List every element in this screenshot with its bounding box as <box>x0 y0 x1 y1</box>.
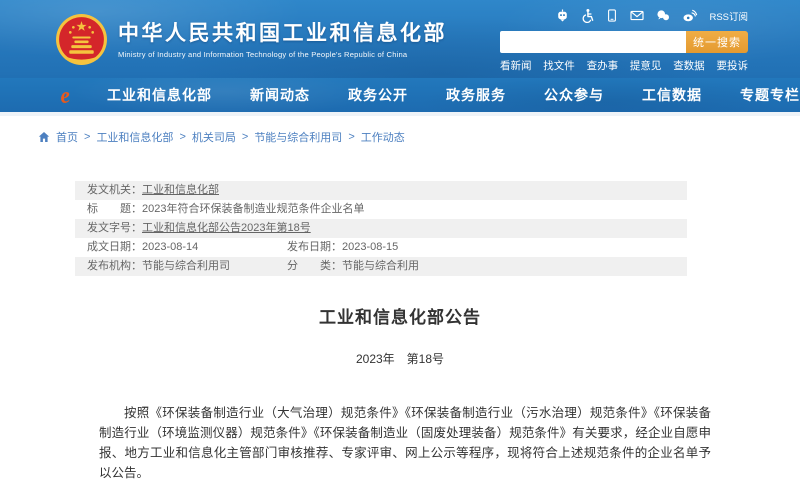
breadcrumb-work-news[interactable]: 工作动态 <box>361 129 405 145</box>
rss-subscribe-link[interactable]: RSS订阅 <box>709 9 748 23</box>
article-doc-number: 2023年 第18号 <box>0 350 800 367</box>
breadcrumb-home[interactable]: 首页 <box>56 129 78 145</box>
meta-value-doc-number[interactable]: 工业和信息化部公告2023年第18号 <box>142 219 311 238</box>
header-icon-row: RSS订阅 <box>500 7 748 24</box>
nav-item-miit-data[interactable]: 工信数据 <box>642 85 702 105</box>
nav-items: 工业和信息化部 新闻动态 政务公开 政务服务 公众参与 工信数据 专题专栏 <box>107 85 800 105</box>
quick-link-services[interactable]: 查办事 <box>587 58 619 73</box>
quick-link-data[interactable]: 查数据 <box>673 58 705 73</box>
weibo-icon[interactable] <box>681 8 698 23</box>
meta-row-title: 标 题： 2023年符合环保装备制造业规范条件企业名单 <box>75 200 687 219</box>
document-meta-table: 发文机关： 工业和信息化部 标 题： 2023年符合环保装备制造业规范条件企业名… <box>75 181 687 276</box>
mobile-icon[interactable] <box>605 8 619 23</box>
meta-label: 发文机关： <box>87 181 142 200</box>
home-icon[interactable] <box>38 131 50 143</box>
mail-icon[interactable] <box>629 8 645 23</box>
nav-item-special-topics[interactable]: 专题专栏 <box>740 85 800 105</box>
header-quick-links: 看新闻 找文件 查办事 提意见 查数据 要投诉 <box>500 58 748 73</box>
meta-cell: 发布机构： 节能与综合利用司 <box>87 257 287 276</box>
site-brand-text: 中华人民共和国工业和信息化部 Ministry of Industry and … <box>118 21 447 59</box>
main-nav: e 工业和信息化部 新闻动态 政务公开 政务服务 公众参与 工信数据 专题专栏 <box>0 78 800 116</box>
breadcrumb-separator: > <box>179 131 185 143</box>
breadcrumb-separator: > <box>348 131 354 143</box>
breadcrumb-separator: > <box>84 131 90 143</box>
search-input[interactable] <box>500 31 686 53</box>
meta-cell: 分 类： 节能与综合利用 <box>287 257 419 276</box>
header-right: RSS订阅 统一搜索 看新闻 找文件 查办事 提意见 查数据 要投诉 <box>500 7 748 73</box>
meta-label: 成文日期： <box>87 238 142 257</box>
meta-value-title: 2023年符合环保装备制造业规范条件企业名单 <box>142 200 364 219</box>
meta-value-publisher: 节能与综合利用司 <box>142 257 230 276</box>
breadcrumb-energy-dept[interactable]: 节能与综合利用司 <box>254 129 342 145</box>
meta-label: 发文字号： <box>87 219 142 238</box>
site-subtitle: Ministry of Industry and Information Tec… <box>118 50 447 59</box>
meta-cell: 发文字号： 工业和信息化部公告2023年第18号 <box>87 219 311 238</box>
meta-cell: 标 题： 2023年符合环保装备制造业规范条件企业名单 <box>87 200 364 219</box>
meta-label: 分 类： <box>287 257 342 276</box>
meta-label: 发布日期： <box>287 238 342 257</box>
meta-label: 标 题： <box>87 200 142 219</box>
quick-link-news[interactable]: 看新闻 <box>500 58 532 73</box>
nav-item-gov-affairs[interactable]: 政务公开 <box>348 85 408 105</box>
meta-cell: 成文日期： 2023-08-14 <box>87 238 287 257</box>
site-brand[interactable]: 中华人民共和国工业和信息化部 Ministry of Industry and … <box>55 13 447 66</box>
site-header: 中华人民共和国工业和信息化部 Ministry of Industry and … <box>0 0 800 78</box>
meta-row-publisher: 发布机构： 节能与综合利用司 分 类： 节能与综合利用 <box>75 257 687 276</box>
wechat-icon[interactable] <box>655 8 671 23</box>
nav-item-miit[interactable]: 工业和信息化部 <box>107 85 212 105</box>
quick-link-documents[interactable]: 找文件 <box>543 58 575 73</box>
nav-item-news[interactable]: 新闻动态 <box>250 85 310 105</box>
article-title: 工业和信息化部公告 <box>0 303 800 328</box>
meta-cell: 发文机关： 工业和信息化部 <box>87 181 219 200</box>
breadcrumb-separator: > <box>242 131 248 143</box>
meta-value-written-date: 2023-08-14 <box>142 238 198 257</box>
meta-label: 发布机构： <box>87 257 142 276</box>
nav-item-public-participation[interactable]: 公众参与 <box>544 85 604 105</box>
meta-row-dates: 成文日期： 2023-08-14 发布日期： 2023-08-15 <box>75 238 687 257</box>
nav-item-gov-services[interactable]: 政务服务 <box>446 85 506 105</box>
breadcrumb-miit[interactable]: 工业和信息化部 <box>96 129 173 145</box>
article-paragraph: 按照《环保装备制造行业（大气治理）规范条件》《环保装备制造行业（污水治理）规范条… <box>99 403 711 482</box>
accessibility-icon[interactable] <box>580 8 595 23</box>
meta-value-category: 节能与综合利用 <box>342 257 419 276</box>
search-bar: 统一搜索 <box>500 31 748 53</box>
national-emblem-logo <box>55 13 108 66</box>
meta-value-publish-date: 2023-08-15 <box>342 238 398 257</box>
meta-row-issuing-authority: 发文机关： 工业和信息化部 <box>75 181 687 200</box>
quick-link-feedback[interactable]: 提意见 <box>630 58 662 73</box>
mascot-icon[interactable] <box>555 8 570 23</box>
nav-e-logo-icon[interactable]: e <box>59 83 81 107</box>
search-button[interactable]: 统一搜索 <box>686 31 748 53</box>
site-title: 中华人民共和国工业和信息化部 <box>118 21 447 47</box>
breadcrumb: 首页 > 工业和信息化部 > 机关司局 > 节能与综合利用司 > 工作动态 <box>38 130 800 144</box>
article-body: 按照《环保装备制造行业（大气治理）规范条件》《环保装备制造行业（污水治理）规范条… <box>99 403 711 482</box>
meta-cell: 发布日期： 2023-08-15 <box>287 238 398 257</box>
quick-link-complaint[interactable]: 要投诉 <box>716 58 748 73</box>
meta-row-doc-number: 发文字号： 工业和信息化部公告2023年第18号 <box>75 219 687 238</box>
meta-value-issuing-authority[interactable]: 工业和信息化部 <box>142 181 219 200</box>
breadcrumb-departments[interactable]: 机关司局 <box>192 129 236 145</box>
page: 中华人民共和国工业和信息化部 Ministry of Industry and … <box>0 0 800 482</box>
